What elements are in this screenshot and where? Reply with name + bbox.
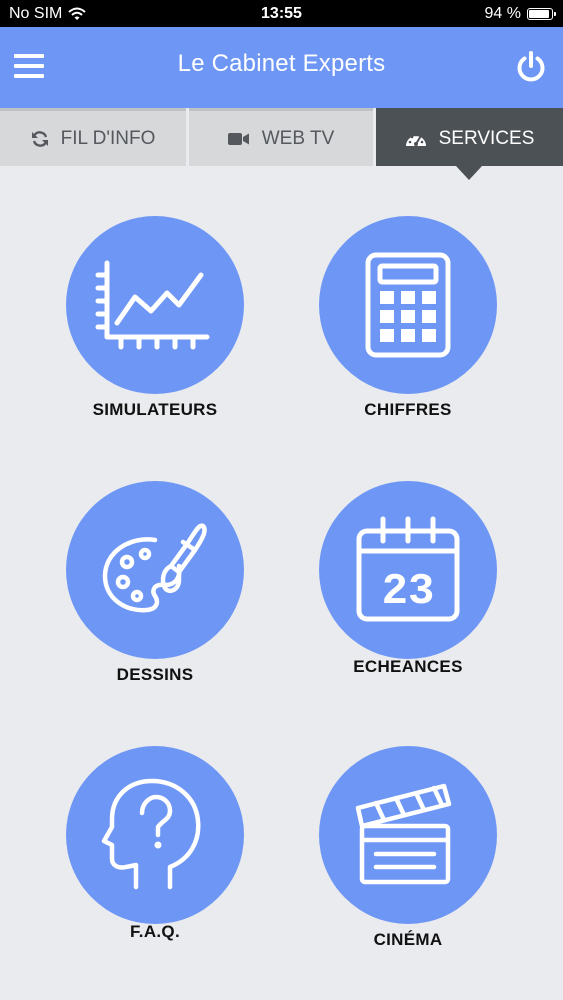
page-title: Le Cabinet Experts xyxy=(177,50,386,77)
tab-label: FIL D'INFO xyxy=(60,127,156,149)
service-circle xyxy=(319,216,497,394)
status-time: 13:55 xyxy=(261,5,302,22)
clapperboard-icon xyxy=(355,783,452,885)
service-cinema[interactable]: CINÉMA xyxy=(318,746,498,949)
service-chiffres[interactable]: CHIFFRES xyxy=(318,216,498,419)
calendar-day: 23 xyxy=(382,567,435,617)
palette-brush-icon xyxy=(102,523,207,613)
status-bar: No SIM 13:55 94 % xyxy=(0,0,563,27)
battery-icon xyxy=(527,8,556,20)
tab-web-tv[interactable]: WEB TV xyxy=(189,108,373,166)
tab-label: WEB TV xyxy=(261,127,335,149)
service-echeances[interactable]: 23 ECHEANCES xyxy=(318,481,498,676)
app-header: Le Cabinet Experts xyxy=(0,27,563,108)
tab-bar: FIL D'INFO WEB TV SERVICES xyxy=(0,108,563,180)
refresh-icon xyxy=(31,130,48,147)
service-label: CINÉMA xyxy=(373,930,443,949)
service-label: ECHEANCES xyxy=(353,657,463,676)
line-chart-icon xyxy=(95,260,210,350)
battery-info: 94 % xyxy=(484,5,556,23)
service-faq[interactable]: F.A.Q. xyxy=(65,746,245,941)
calculator-icon xyxy=(365,252,451,358)
tab-services[interactable]: SERVICES xyxy=(376,108,563,180)
service-circle xyxy=(66,746,244,924)
service-circle xyxy=(319,746,497,924)
service-circle: 23 xyxy=(319,481,497,659)
service-dessins[interactable]: DESSINS xyxy=(65,481,245,684)
service-label: SIMULATEURS xyxy=(92,400,218,419)
active-tab-pointer xyxy=(456,166,482,180)
tab-fil-info[interactable]: FIL D'INFO xyxy=(0,108,186,166)
head-question-icon xyxy=(101,778,201,890)
service-label: CHIFFRES xyxy=(364,400,452,419)
power-icon[interactable] xyxy=(514,50,548,84)
service-simulateurs[interactable]: SIMULATEURS xyxy=(65,216,245,419)
calendar-icon: 23 xyxy=(356,516,460,622)
service-label: F.A.Q. xyxy=(130,922,180,941)
tab-label: SERVICES xyxy=(438,127,535,149)
service-circle xyxy=(66,216,244,394)
service-label: DESSINS xyxy=(116,665,194,684)
dashboard-gauge-icon xyxy=(405,133,426,146)
service-circle xyxy=(66,481,244,659)
video-camera-icon xyxy=(227,132,249,145)
battery-percent: 94 % xyxy=(484,5,521,22)
